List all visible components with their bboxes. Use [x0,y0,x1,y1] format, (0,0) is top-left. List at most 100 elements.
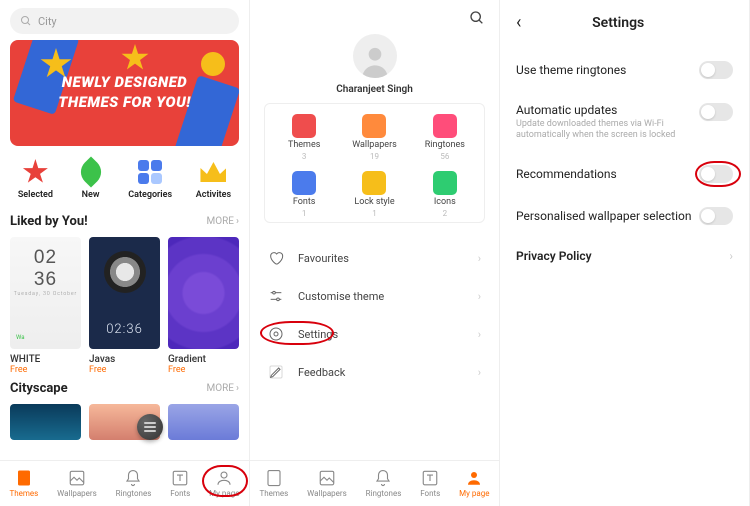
nav-fonts[interactable]: Fonts [420,469,440,498]
bottom-nav: Themes Wallpapers Ringtones Fonts My pag… [250,460,499,506]
themes-icon [265,469,283,487]
theme-card[interactable]: Gradient Free [168,237,239,375]
theme-name: WHITE [10,354,81,365]
themes-icon [15,469,33,487]
theme-card[interactable]: 0236Tuesday, 30 October Wa WHITE Free [10,237,81,375]
font-icon [421,469,439,487]
chevron-right-icon: › [236,216,239,227]
theme-thumbnail: 02:36 [89,237,160,349]
chevron-right-icon: › [478,290,481,303]
settings-panel: ‹ Settings Use theme ringtones Automatic… [500,0,750,506]
page-title: Settings [503,15,733,31]
chevron-right-icon: › [478,366,481,379]
section-liked-title: Liked by You! [10,214,88,229]
setting-theme-ringtones[interactable]: Use theme ringtones [500,49,749,91]
menu-settings[interactable]: Settings› [250,315,499,353]
more-link[interactable]: MORE › [207,216,239,227]
setting-personalised-wallpaper[interactable]: Personalised wallpaper selection [500,195,749,237]
toggle-switch[interactable] [699,207,733,225]
setting-privacy-policy[interactable]: Privacy Policy › [500,237,749,275]
quick-selected[interactable]: Selected [18,158,53,200]
themes-home-panel: City Newly DesignedThemes For You! Selec… [0,0,250,506]
menu-customise[interactable]: Customise theme› [250,277,499,315]
nav-fonts[interactable]: Fonts [170,469,190,498]
stats-card: Themes3 Wallpapers19 Ringtones56 Fonts1 … [264,103,485,223]
chevron-right-icon: › [478,328,481,341]
user-name: Charanjeet Singh [250,84,499,95]
sliders-icon [268,288,284,304]
grid-icon [138,160,162,184]
search-input[interactable]: City [10,8,239,34]
menu-favourites[interactable]: Favourites› [250,239,499,277]
nav-my-page[interactable]: My page [209,469,239,498]
quick-new[interactable]: New [77,158,105,200]
font-icon [292,171,316,195]
toggle-switch[interactable] [699,165,733,183]
theme-thumbnail [168,237,239,349]
wallpaper-icon [362,114,386,138]
theme-card[interactable]: 02:36 Javas Free [89,237,160,375]
floating-action-button[interactable] [137,414,163,440]
search-placeholder: City [38,15,57,28]
banner-text: Newly DesignedThemes For You! [58,73,191,113]
lock-icon [362,171,386,195]
crown-icon [200,162,226,182]
person-icon [215,469,233,487]
toggle-switch[interactable] [699,61,733,79]
my-page-panel: Charanjeet Singh Themes3 Wallpapers19 Ri… [250,0,500,506]
person-icon [465,469,483,487]
star-icon [22,159,48,185]
wallpaper-icon [318,469,336,487]
section-cityscape-title: Cityscape [10,381,68,396]
quick-categories: Selected New Categories Activites [6,158,243,200]
quick-activities[interactable]: Activites [196,158,231,200]
nav-themes[interactable]: Themes [259,469,288,498]
theme-thumbnail-small[interactable] [10,404,81,440]
search-icon[interactable] [469,10,485,26]
bottom-nav: Themes Wallpapers Ringtones Fonts My pag… [0,460,249,506]
wallpaper-icon [68,469,86,487]
setting-auto-updates[interactable]: Automatic updates Update downloaded them… [500,91,749,153]
menu-feedback[interactable]: Feedback› [250,353,499,391]
avatar[interactable] [353,34,397,78]
chevron-right-icon: › [729,249,733,263]
theme-price: Free [89,365,160,375]
stat-fonts[interactable]: Fonts1 [269,171,339,218]
nav-wallpapers[interactable]: Wallpapers [57,469,97,498]
stat-themes[interactable]: Themes3 [269,114,339,161]
chevron-right-icon: › [478,252,481,265]
heart-icon [268,250,284,266]
nav-my-page[interactable]: My page [459,469,489,498]
nav-themes[interactable]: Themes [9,469,38,498]
theme-thumbnail-small[interactable] [168,404,239,440]
stat-ringtones[interactable]: Ringtones56 [410,114,480,161]
stat-lockstyle[interactable]: Lock style1 [339,171,409,218]
bell-icon [124,469,142,487]
setting-recommendations[interactable]: Recommendations [500,153,749,195]
theme-thumbnail: 0236Tuesday, 30 October Wa [10,237,81,349]
theme-price: Free [168,365,239,375]
icons-icon [433,171,457,195]
promo-banner[interactable]: Newly DesignedThemes For You! [10,40,239,146]
gear-icon [268,326,284,342]
nav-ringtones[interactable]: Ringtones [366,469,402,498]
search-icon [20,15,32,27]
themes-icon [292,114,316,138]
stat-icons[interactable]: Icons2 [410,171,480,218]
toggle-switch[interactable] [699,103,733,121]
more-link[interactable]: MORE › [207,383,239,394]
edit-icon [268,364,284,380]
stat-wallpapers[interactable]: Wallpapers19 [339,114,409,161]
bell-icon [433,114,457,138]
chevron-right-icon: › [236,383,239,394]
menu-list: Favourites› Customise theme› Settings› F… [250,239,499,391]
theme-name: Gradient [168,354,239,365]
theme-name: Javas [89,354,160,365]
leaf-icon [75,156,106,187]
font-icon [171,469,189,487]
nav-wallpapers[interactable]: Wallpapers [307,469,347,498]
nav-ringtones[interactable]: Ringtones [116,469,152,498]
bell-icon [374,469,392,487]
theme-price: Free [10,365,81,375]
quick-categories[interactable]: Categories [128,158,172,200]
